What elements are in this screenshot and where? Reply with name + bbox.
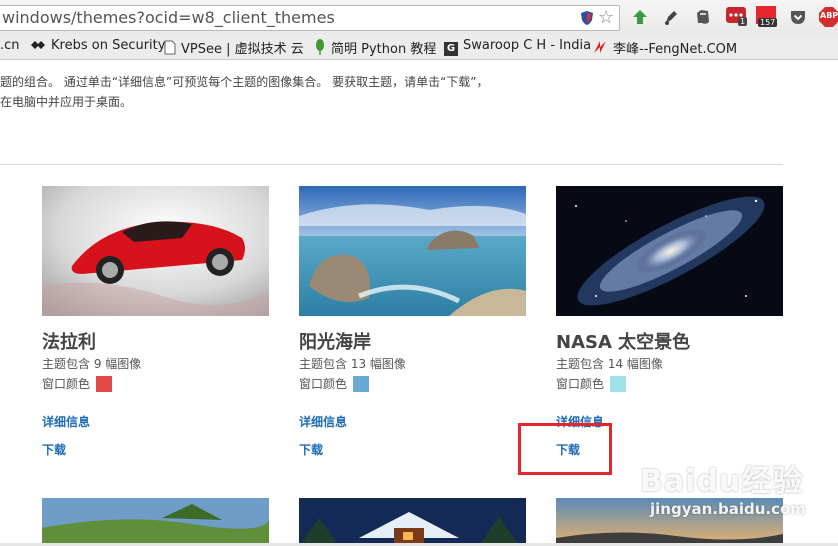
green-arrow-extension-icon[interactable] xyxy=(631,8,649,26)
bookmark-python[interactable]: 简明 Python 教程 xyxy=(314,38,436,57)
bookmark-vpsee[interactable]: VPSee | 虚拟技术 云 xyxy=(164,38,304,57)
pocket-icon[interactable] xyxy=(789,8,807,26)
abp-label: ABP xyxy=(820,11,838,20)
window-color-label: 窗口颜色 xyxy=(299,377,348,391)
evernote-badge: 1 xyxy=(738,17,748,26)
calendar-badge: 157 xyxy=(758,18,778,27)
watermark-logo: Baidu经验 xyxy=(640,464,804,499)
bookmark-krebs[interactable]: Krebs on Security xyxy=(30,38,165,53)
window-color-label: 窗口颜色 xyxy=(42,377,91,391)
window-color-row: 窗口颜色 xyxy=(299,374,527,394)
window-color-row: 窗口颜色 xyxy=(42,374,270,394)
divider xyxy=(0,164,783,165)
browser-toolbar: windows/themes?ocid=w8_client_themes ☆ 1… xyxy=(0,0,838,34)
theme-card-ferrari: 法拉利 主题包含 9 幅图像 窗口颜色 详细信息 下载 xyxy=(42,186,270,457)
address-bar[interactable]: windows/themes?ocid=w8_client_themes ☆ xyxy=(0,5,620,31)
url-text[interactable]: windows/themes?ocid=w8_client_themes xyxy=(2,8,335,27)
baidu-watermark: Baidu经验 jingyan.baidu.com xyxy=(640,456,820,526)
download-link[interactable]: 下载 xyxy=(42,441,66,458)
intro-text: 题的组合。 通过单击“详细信息”可预览每个主题的图像集合。 要获取主题，请单击“… xyxy=(0,72,489,112)
theme-image-count: 主题包含 13 幅图像 xyxy=(299,357,406,371)
window-color-swatch xyxy=(96,376,113,392)
page-icon xyxy=(164,40,176,55)
theme-image-count: 主题包含 9 幅图像 xyxy=(42,357,142,371)
theme-title: 法拉利 xyxy=(42,332,96,353)
evernote-icon[interactable] xyxy=(694,8,712,26)
window-color-swatch xyxy=(353,376,370,392)
details-link[interactable]: 详细信息 xyxy=(42,413,90,430)
g-icon: G xyxy=(444,42,458,56)
highlight-box xyxy=(518,423,612,475)
intro-line-1: 题的组合。 通过单击“详细信息”可预览每个主题的图像集合。 要获取主题，请单击“… xyxy=(0,75,489,89)
theme-card-sunny-coast: 阳光海岸 主题包含 13 幅图像 窗口颜色 详细信息 下载 xyxy=(299,186,527,457)
bookmarks-bar: .cn Krebs on Security VPSee | 虚拟技术 云 简明 … xyxy=(0,34,838,60)
window-color-row: 窗口颜色 xyxy=(556,374,784,394)
theme-card-nasa: NASA 太空景色 主题包含 14 幅图像 窗口颜色 详细信息 下载 xyxy=(556,186,784,457)
watermark-url: jingyan.baidu.com xyxy=(650,500,806,518)
galaxy-thumbnail[interactable] xyxy=(556,186,783,316)
theme-title: NASA 太空景色 xyxy=(556,332,691,353)
security-shield-icon[interactable] xyxy=(579,10,595,26)
calendar-extension-icon[interactable]: 157 xyxy=(756,6,778,30)
notification-extension-icon[interactable]: 1 xyxy=(726,7,748,27)
python-leaf-icon xyxy=(316,39,324,55)
coast-thumbnail[interactable] xyxy=(299,186,526,316)
fengnet-icon xyxy=(594,41,606,53)
theme-title: 阳光海岸 xyxy=(299,332,371,353)
adblock-plus-icon[interactable]: ABP xyxy=(818,6,838,28)
intro-line-2: 在电脑中并应用于桌面。 xyxy=(0,95,133,109)
bookmark-swaroop[interactable]: G Swaroop C H - India xyxy=(444,38,591,56)
bookmark-star-icon[interactable]: ☆ xyxy=(598,7,614,28)
pen-extension-icon[interactable] xyxy=(662,8,680,26)
window-color-swatch xyxy=(610,376,627,392)
download-link[interactable]: 下载 xyxy=(299,441,323,458)
landscape-thumbnail[interactable] xyxy=(42,498,269,546)
krebs-icon xyxy=(31,41,45,49)
bookmark-fengnet[interactable]: 李峰--FengNet.COM xyxy=(592,38,737,57)
bookmark-cn[interactable]: .cn xyxy=(0,38,20,53)
ferrari-thumbnail[interactable] xyxy=(42,186,269,316)
window-color-label: 窗口颜色 xyxy=(556,377,605,391)
details-link[interactable]: 详细信息 xyxy=(299,413,347,430)
theme-image-count: 主题包含 14 幅图像 xyxy=(556,357,663,371)
cabin-thumbnail[interactable] xyxy=(299,498,526,546)
